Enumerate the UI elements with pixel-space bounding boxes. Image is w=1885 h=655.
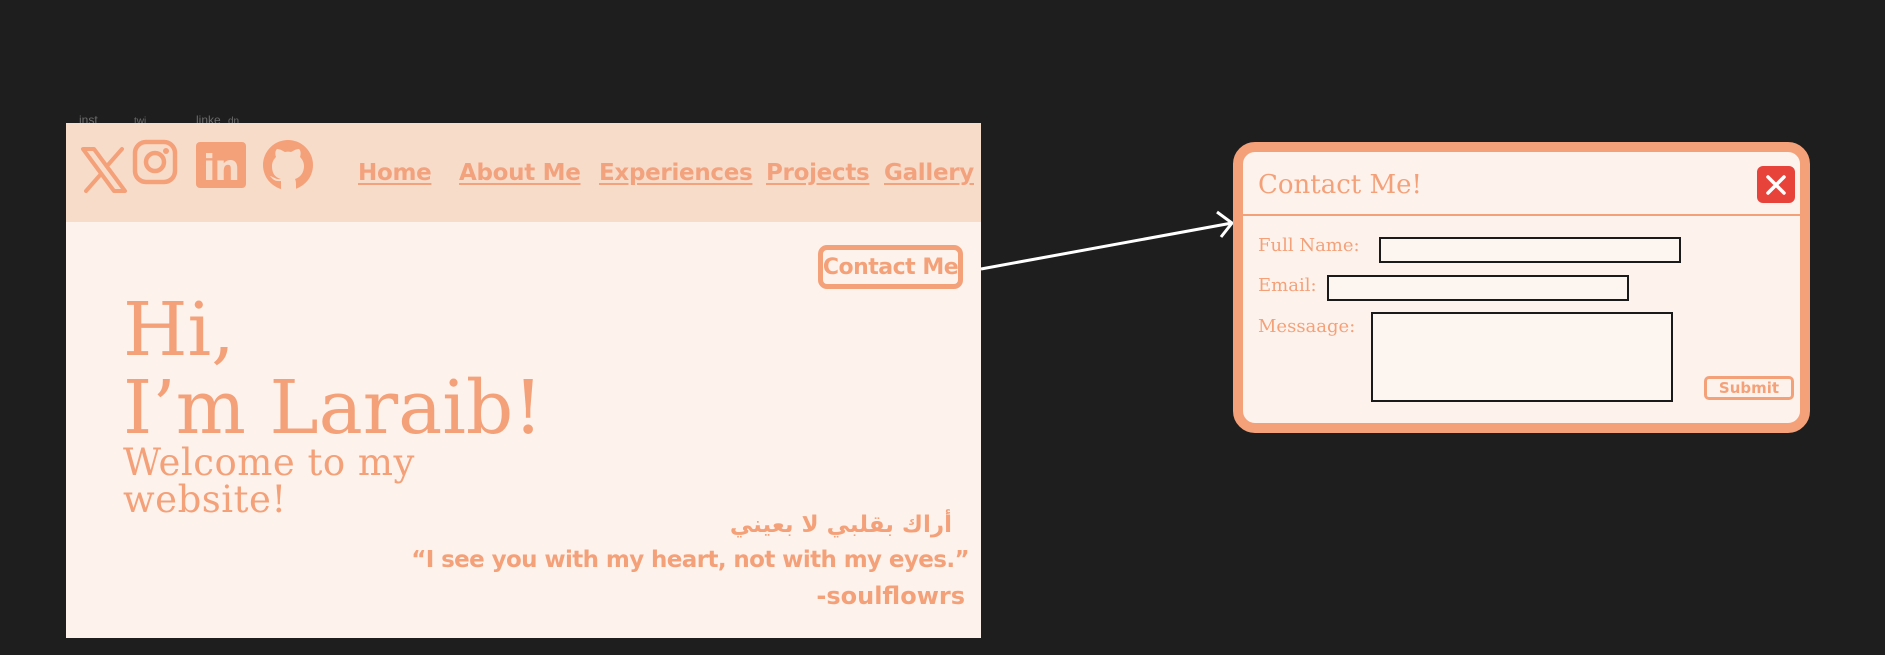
modal-divider (1243, 214, 1800, 216)
nav-experiences[interactable]: Experiences (599, 160, 753, 186)
website-frame: in Home About Me Experiences Projects Ga… (66, 123, 981, 638)
quote-attribution: -soulflowrs (816, 582, 965, 610)
english-quote: “I see you with my heart, not with my ey… (411, 547, 969, 573)
nav-projects[interactable]: Projects (766, 160, 870, 186)
hero-welcome-line2: website! (123, 478, 287, 521)
full-name-field[interactable] (1379, 237, 1681, 263)
contact-modal: Contact Me! Full Name: Email: Messaage: … (1233, 142, 1810, 433)
modal-title: Contact Me! (1258, 170, 1422, 200)
contact-me-button[interactable]: Contact Me (818, 245, 963, 289)
message-label: Messaage: (1258, 316, 1356, 337)
nav-about-me[interactable]: About Me (459, 160, 581, 186)
email-field[interactable] (1327, 275, 1629, 301)
nav-gallery[interactable]: Gallery (884, 160, 974, 186)
hero-greeting: Hi, (123, 287, 235, 373)
hero-name: I’m Laraib! (123, 365, 543, 451)
linkedin-icon-label: in (203, 148, 239, 188)
close-icon[interactable] (1757, 166, 1795, 203)
instagram-icon[interactable] (132, 139, 178, 185)
navbar: in Home About Me Experiences Projects Ga… (66, 123, 981, 222)
hero-welcome-line1: Welcome to my (123, 441, 415, 484)
submit-button[interactable]: Submit (1704, 376, 1794, 400)
email-label: Email: (1258, 275, 1317, 296)
message-field[interactable] (1371, 312, 1673, 402)
github-icon[interactable] (262, 139, 314, 191)
arabic-quote: أراك بقلبي لا بعيني (729, 512, 952, 538)
full-name-label: Full Name: (1258, 235, 1360, 256)
linkedin-icon[interactable]: in (196, 142, 246, 188)
x-twitter-icon[interactable] (78, 144, 130, 196)
nav-home[interactable]: Home (358, 160, 432, 186)
